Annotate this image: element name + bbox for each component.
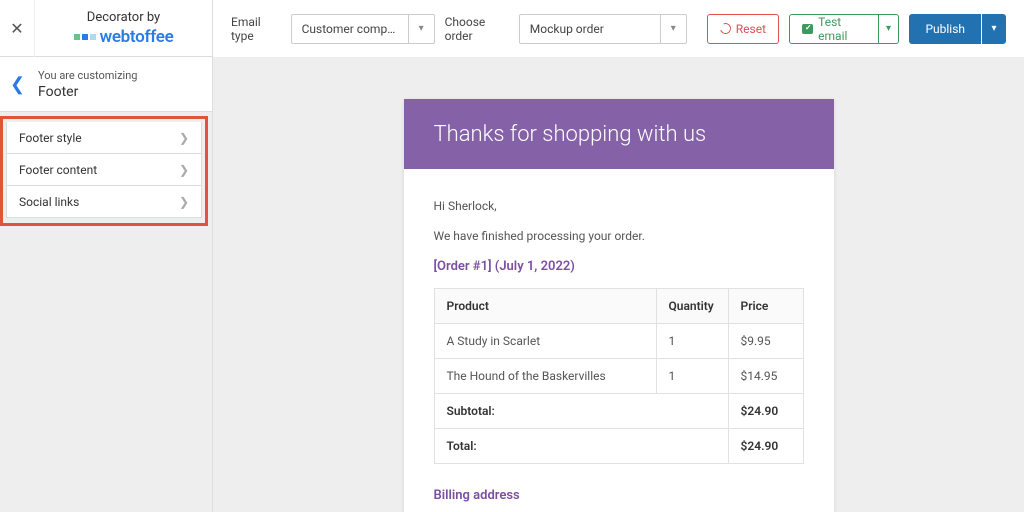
close-icon[interactable]: ✕	[0, 0, 35, 57]
table-row: The Hound of the Baskervilles 1 $14.95	[434, 359, 803, 394]
chevron-down-icon[interactable]: ▾	[408, 14, 434, 44]
email-preview: Thanks for shopping with us Hi Sherlock,…	[404, 99, 834, 512]
chevron-right-icon: ❯	[179, 195, 189, 209]
preview-canvas: Thanks for shopping with us Hi Sherlock,…	[213, 57, 1024, 512]
reset-button[interactable]: Reset	[707, 14, 779, 44]
email-greeting: Hi Sherlock,	[434, 199, 804, 213]
reset-label: Reset	[736, 22, 766, 36]
order-link: [Order #1] (July 1, 2022)	[434, 259, 804, 274]
th-quantity: Quantity	[656, 289, 728, 324]
email-type-dropdown[interactable]: Customer completed or… ▾	[291, 14, 435, 44]
table-row: A Study in Scarlet 1 $9.95	[434, 324, 803, 359]
option-label: Social links	[19, 195, 79, 209]
order-table: Product Quantity Price A Study in Scarle…	[434, 288, 804, 464]
brand-name: webtoffee	[100, 27, 174, 47]
publish-label: Publish	[925, 22, 965, 36]
test-email-group: Test email ▾	[789, 14, 899, 44]
option-social-links[interactable]: Social links ❯	[6, 186, 202, 218]
reset-icon	[718, 21, 733, 36]
summary-row-subtotal: Subtotal: $24.90	[434, 394, 803, 429]
topbar: Email type Customer completed or… ▾ Choo…	[213, 0, 1024, 57]
summary-value: $24.90	[728, 394, 803, 429]
chevron-right-icon: ❯	[179, 163, 189, 177]
mail-check-icon	[802, 24, 813, 34]
publish-group: Publish ▾	[909, 14, 1006, 44]
option-label: Footer style	[19, 131, 82, 145]
brand-top: Decorator by	[35, 10, 212, 25]
summary-value: $24.90	[728, 429, 803, 464]
cell-qty: 1	[656, 359, 728, 394]
publish-caret[interactable]: ▾	[982, 14, 1006, 44]
brand-logo: webtoffee	[35, 27, 212, 47]
sidebar: ✕ Decorator by webtoffee ❮ You are custo…	[0, 0, 213, 512]
test-email-button[interactable]: Test email	[789, 14, 879, 44]
test-email-label: Test email	[818, 15, 865, 43]
brand: Decorator by webtoffee	[35, 4, 212, 53]
chevron-down-icon[interactable]: ▾	[660, 14, 686, 44]
choose-order-label: Choose order	[445, 15, 509, 43]
choose-order-value: Mockup order	[520, 22, 660, 36]
cell-qty: 1	[656, 324, 728, 359]
cell-price: $9.95	[728, 324, 803, 359]
cell-product: The Hound of the Baskervilles	[434, 359, 656, 394]
option-footer-content[interactable]: Footer content ❯	[6, 154, 202, 186]
th-product: Product	[434, 289, 656, 324]
th-price: Price	[728, 289, 803, 324]
summary-row-total: Total: $24.90	[434, 429, 803, 464]
publish-button[interactable]: Publish	[909, 14, 981, 44]
email-type-value: Customer completed or…	[292, 22, 408, 36]
table-header-row: Product Quantity Price	[434, 289, 803, 324]
test-email-caret[interactable]: ▾	[879, 14, 900, 44]
sidebar-header: ✕ Decorator by webtoffee	[0, 0, 212, 57]
email-type-label: Email type	[231, 15, 281, 43]
cell-price: $14.95	[728, 359, 803, 394]
breadcrumb-title: Footer	[38, 84, 137, 100]
choose-order-dropdown[interactable]: Mockup order ▾	[519, 14, 687, 44]
email-title: Thanks for shopping with us	[434, 122, 707, 147]
logo-squares-icon	[74, 34, 96, 40]
option-footer-style[interactable]: Footer style ❯	[6, 122, 202, 154]
breadcrumb-label: You are customizing	[38, 69, 137, 82]
back-icon[interactable]: ❮	[10, 74, 38, 95]
chevron-right-icon: ❯	[179, 131, 189, 145]
breadcrumb: ❮ You are customizing Footer	[0, 57, 212, 112]
email-header: Thanks for shopping with us	[404, 99, 834, 169]
cell-product: A Study in Scarlet	[434, 324, 656, 359]
email-body: Hi Sherlock, We have finished processing…	[404, 169, 834, 512]
summary-label: Total:	[434, 429, 728, 464]
email-processing: We have finished processing your order.	[434, 229, 804, 243]
breadcrumb-text: You are customizing Footer	[38, 69, 137, 100]
main: Email type Customer completed or… ▾ Choo…	[213, 0, 1024, 512]
app-root: ✕ Decorator by webtoffee ❮ You are custo…	[0, 0, 1024, 512]
billing-heading: Billing address	[434, 488, 804, 503]
summary-label: Subtotal:	[434, 394, 728, 429]
option-label: Footer content	[19, 163, 97, 177]
options-highlight: Footer style ❯ Footer content ❯ Social l…	[0, 116, 208, 226]
